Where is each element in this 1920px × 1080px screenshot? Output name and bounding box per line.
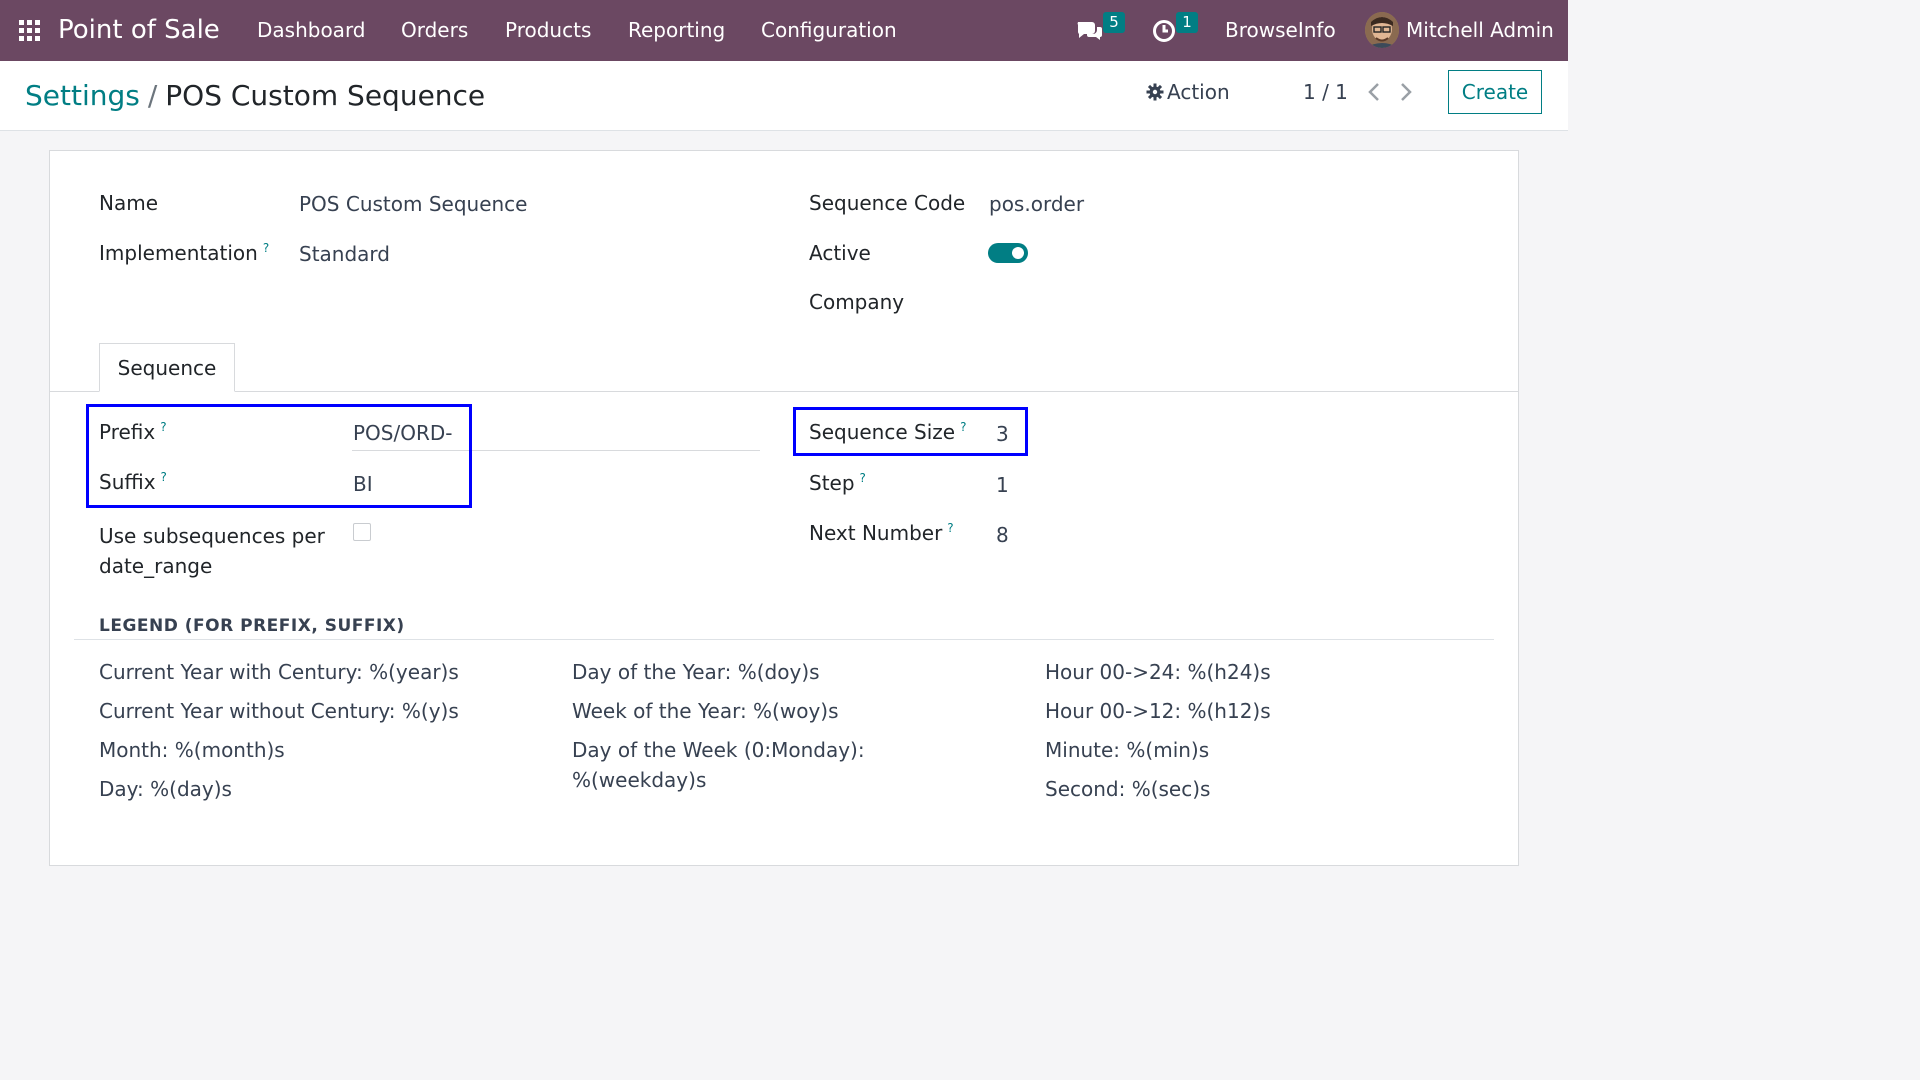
- create-button[interactable]: Create: [1448, 70, 1542, 114]
- implementation-field[interactable]: Standard: [299, 242, 390, 266]
- breadcrumb-separator: /: [147, 79, 158, 112]
- legend-item: Day of the Week (0:Monday):: [572, 738, 865, 762]
- top-navbar: Point of Sale Dashboard Orders Products …: [0, 0, 1568, 61]
- menu-products[interactable]: Products: [505, 18, 591, 42]
- name-label: Name: [99, 191, 159, 215]
- step-input[interactable]: 1: [996, 473, 1009, 497]
- messages-badge: 5: [1103, 12, 1125, 33]
- legend-item: Month: %(month)s: [99, 738, 285, 762]
- legend-item: Current Year with Century: %(year)s: [99, 660, 459, 684]
- menu-reporting[interactable]: Reporting: [628, 18, 725, 42]
- active-label: Active: [809, 241, 871, 265]
- control-panel: Settings / POS Custom Sequence Action 1 / …: [0, 61, 1568, 131]
- breadcrumb: Settings / POS Custom Sequence: [25, 79, 485, 113]
- prefix-suffix-highlight: [86, 404, 472, 508]
- implementation-label: Implementation?: [99, 241, 270, 265]
- legend-item: Day: %(day)s: [99, 777, 232, 801]
- legend-item: Current Year without Century: %(y)s: [99, 699, 459, 723]
- form-sheet: Name POS Custom Sequence Implementation?…: [49, 150, 1519, 866]
- pager-value[interactable]: 1 / 1: [1303, 80, 1348, 104]
- legend-column-2: Day of the Year: %(doy)s Week of the Yea…: [572, 657, 865, 795]
- legend-item: %(weekday)s: [572, 768, 707, 792]
- legend-separator: [74, 639, 1494, 640]
- user-avatar[interactable]: [1365, 12, 1399, 48]
- gear-icon: [1146, 83, 1164, 101]
- help-icon[interactable]: ?: [263, 241, 269, 255]
- breadcrumb-current: POS Custom Sequence: [165, 79, 486, 112]
- breadcrumb-settings[interactable]: Settings: [25, 79, 140, 112]
- sequence-size-highlight: [793, 407, 1028, 456]
- help-icon[interactable]: ?: [860, 471, 866, 485]
- app-title[interactable]: Point of Sale: [58, 14, 220, 46]
- legend-item: Minute: %(min)s: [1045, 738, 1210, 762]
- tab-sequence[interactable]: Sequence: [99, 343, 235, 392]
- legend-title: LEGEND (FOR PREFIX, SUFFIX): [99, 616, 405, 636]
- sequence-code-field[interactable]: pos.order: [989, 192, 1084, 216]
- legend-column-1: Current Year with Century: %(year)s Curr…: [99, 657, 459, 813]
- menu-configuration[interactable]: Configuration: [761, 18, 897, 42]
- name-field[interactable]: POS Custom Sequence: [299, 192, 528, 216]
- step-label: Step?: [809, 471, 866, 495]
- legend-item: Day of the Year: %(doy)s: [572, 660, 820, 684]
- legend-column-3: Hour 00->24: %(h24)s Hour 00->12: %(h12)…: [1045, 657, 1271, 813]
- pager-previous-icon[interactable]: [1367, 82, 1381, 106]
- subsequence-label: Use subsequences per date_range: [99, 524, 325, 578]
- chat-bubbles-icon[interactable]: [1076, 19, 1104, 47]
- clock-activity-icon[interactable]: [1152, 19, 1176, 47]
- legend-item: Week of the Year: %(woy)s: [572, 699, 839, 723]
- company-label: Company: [809, 290, 905, 314]
- user-menu[interactable]: Mitchell Admin: [1406, 18, 1554, 42]
- pager-next-icon[interactable]: [1399, 82, 1413, 106]
- help-icon[interactable]: ?: [947, 521, 953, 535]
- company-switcher[interactable]: BrowseInfo: [1225, 18, 1336, 42]
- legend-item: Hour 00->24: %(h24)s: [1045, 660, 1271, 684]
- menu-dashboard[interactable]: Dashboard: [257, 18, 366, 42]
- menu-orders[interactable]: Orders: [401, 18, 468, 42]
- subsequence-checkbox[interactable]: [353, 523, 371, 541]
- next-number-input[interactable]: 8: [996, 523, 1009, 547]
- activities-badge: 1: [1176, 12, 1198, 33]
- legend-item: Hour 00->12: %(h12)s: [1045, 699, 1271, 723]
- legend-item: Second: %(sec)s: [1045, 777, 1211, 801]
- tab-divider: [50, 391, 1518, 392]
- action-button[interactable]: Action: [1146, 80, 1230, 104]
- active-toggle[interactable]: [988, 243, 1028, 263]
- action-label: Action: [1167, 80, 1230, 104]
- next-number-label: Next Number?: [809, 521, 954, 545]
- sequence-code-label: Sequence Code: [809, 191, 966, 215]
- apps-grid-icon[interactable]: [19, 20, 40, 41]
